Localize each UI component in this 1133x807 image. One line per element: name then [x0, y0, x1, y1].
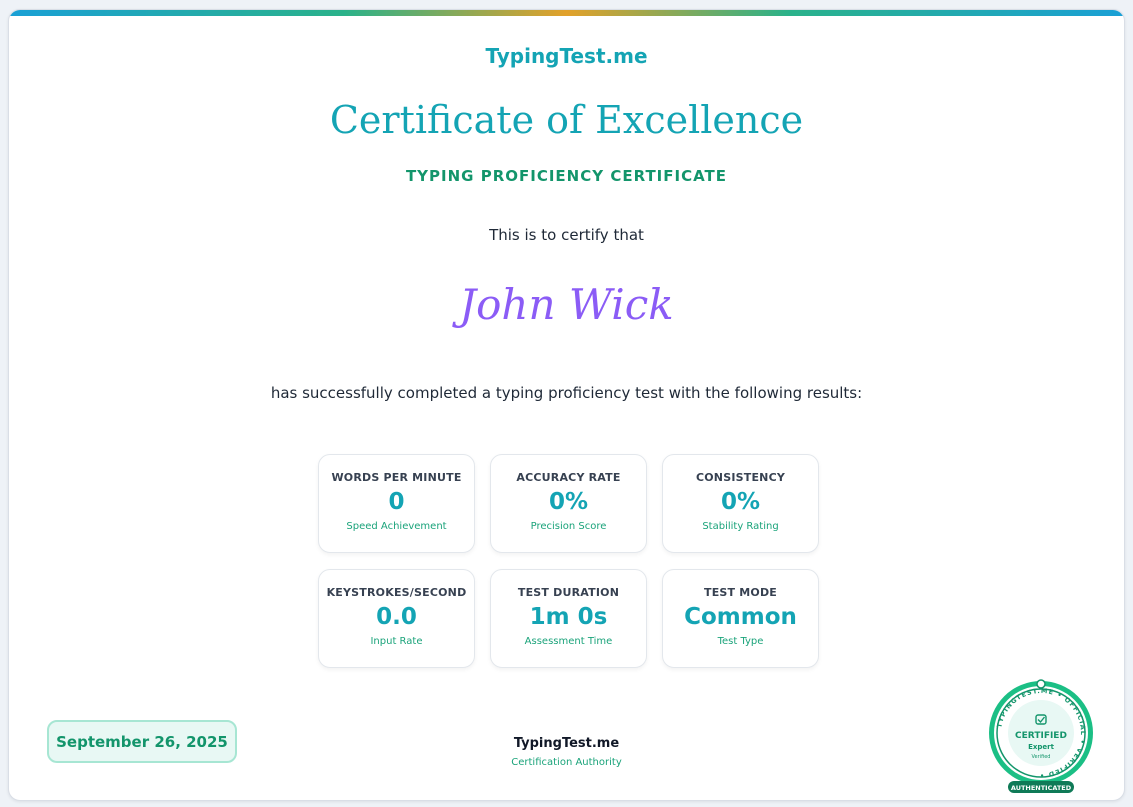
stat-value: 0% [548, 489, 589, 515]
stat-label: KEYSTROKES/SECOND [326, 586, 467, 599]
stat-value: 0% [720, 489, 761, 515]
stat-label: TEST DURATION [517, 586, 620, 599]
stat-caption: Precision Score [530, 521, 607, 532]
brand-title: TypingTest.me [485, 44, 648, 68]
stat-label: WORDS PER MINUTE [331, 471, 462, 484]
seal-top-dot [1036, 679, 1046, 689]
authority-name: TypingTest.me [513, 736, 620, 751]
certificate-subtitle: TYPING PROFICIENCY CERTIFICATE [405, 167, 728, 185]
stat-card-mode: TEST MODE Common Test Type [662, 569, 819, 668]
seal-authenticated-text: AUTHENTICATED [1011, 784, 1072, 792]
stat-value: 0.0 [376, 604, 417, 630]
stat-card-wpm: WORDS PER MINUTE 0 Speed Achievement [318, 454, 475, 553]
seal-certified-text: CERTIFIED [1015, 731, 1067, 741]
stat-caption: Speed Achievement [346, 521, 447, 532]
authority-role: Certification Authority [511, 757, 622, 768]
stat-card-consistency: CONSISTENCY 0% Stability Rating [662, 454, 819, 553]
stat-value: 0 [388, 489, 405, 515]
stat-value: Common [684, 604, 797, 630]
stat-label: ACCURACY RATE [516, 471, 621, 484]
stat-caption: Test Type [717, 636, 764, 647]
completion-text: has successfully completed a typing prof… [270, 384, 863, 402]
certificate: TypingTest.me Certificate of Excellence … [8, 9, 1125, 801]
stat-label: CONSISTENCY [695, 471, 786, 484]
recipient-name: John Wick [459, 280, 674, 329]
stat-caption: Assessment Time [524, 636, 613, 647]
authority-block: TypingTest.me Certification Authority [9, 736, 1124, 768]
certify-text: This is to certify that [489, 226, 644, 244]
certificate-title: Certificate of Excellence [329, 98, 804, 142]
stat-card-keystrokes: KEYSTROKES/SECOND 0.0 Input Rate [318, 569, 475, 668]
stat-value: 1m 0s [529, 604, 608, 630]
seal-verified-text: Verified [1032, 754, 1051, 760]
stat-caption: Stability Rating [702, 521, 779, 532]
stat-caption: Input Rate [370, 636, 423, 647]
gradient-top-bar [9, 10, 1124, 16]
certified-seal: TYPINGTEST.ME • OFFICIAL • VERIFIED • CE… [989, 679, 1093, 793]
stat-label: TEST MODE [703, 586, 777, 599]
stat-card-duration: TEST DURATION 1m 0s Assessment Time [490, 569, 647, 668]
stats-grid: WORDS PER MINUTE 0 Speed Achievement ACC… [318, 454, 819, 668]
seal-level-text: Expert [1028, 743, 1055, 751]
stat-card-accuracy: ACCURACY RATE 0% Precision Score [490, 454, 647, 553]
